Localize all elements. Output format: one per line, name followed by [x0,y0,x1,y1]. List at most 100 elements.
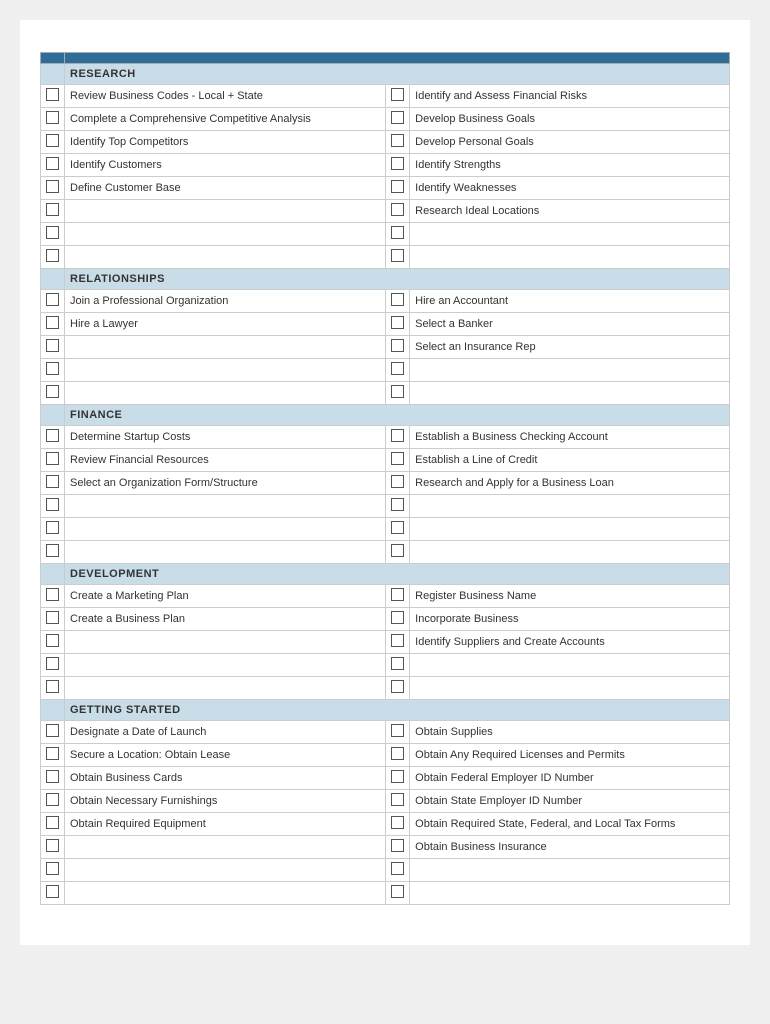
left-checkbox[interactable] [46,339,59,352]
left-checkbox[interactable] [46,429,59,442]
right-checkbox[interactable] [391,385,404,398]
right-item-text: Identify and Assess Financial Risks [410,85,730,108]
left-item-text [65,654,386,677]
right-checkbox[interactable] [391,611,404,624]
right-checkbox[interactable] [391,839,404,852]
right-checkbox[interactable] [391,226,404,239]
right-item-text: Obtain Business Insurance [410,836,730,859]
left-checkbox[interactable] [46,498,59,511]
left-checkbox[interactable] [46,544,59,557]
left-checkbox[interactable] [46,839,59,852]
left-checkbox[interactable] [46,134,59,147]
left-checkbox-cell [41,744,65,767]
left-checkbox[interactable] [46,180,59,193]
left-item-text: Complete a Comprehensive Competitive Ana… [65,108,386,131]
right-item-text: Establish a Business Checking Account [410,426,730,449]
left-checkbox-cell [41,541,65,564]
left-checkbox[interactable] [46,611,59,624]
right-checkbox-cell [386,767,410,790]
right-checkbox[interactable] [391,770,404,783]
right-checkbox-cell [386,541,410,564]
right-checkbox[interactable] [391,203,404,216]
right-checkbox[interactable] [391,862,404,875]
left-checkbox-cell [41,382,65,405]
right-checkbox[interactable] [391,249,404,262]
left-item-text [65,359,386,382]
right-checkbox-cell [386,631,410,654]
left-checkbox[interactable] [46,452,59,465]
left-checkbox[interactable] [46,111,59,124]
right-checkbox[interactable] [391,634,404,647]
right-checkbox[interactable] [391,724,404,737]
left-checkbox[interactable] [46,816,59,829]
right-item-text: Incorporate Business [410,608,730,631]
right-checkbox[interactable] [391,816,404,829]
right-checkbox[interactable] [391,316,404,329]
left-item-text [65,631,386,654]
left-checkbox[interactable] [46,475,59,488]
right-checkbox[interactable] [391,680,404,693]
right-checkbox-cell [386,721,410,744]
right-checkbox[interactable] [391,88,404,101]
left-checkbox[interactable] [46,203,59,216]
right-checkbox[interactable] [391,521,404,534]
left-checkbox[interactable] [46,88,59,101]
left-checkbox[interactable] [46,316,59,329]
right-checkbox[interactable] [391,657,404,670]
right-checkbox[interactable] [391,544,404,557]
table-row: Join a Professional Organization Hire an… [41,290,730,313]
left-item-text: Create a Business Plan [65,608,386,631]
left-checkbox[interactable] [46,157,59,170]
right-checkbox[interactable] [391,452,404,465]
left-checkbox[interactable] [46,657,59,670]
left-checkbox[interactable] [46,862,59,875]
left-checkbox[interactable] [46,588,59,601]
left-checkbox[interactable] [46,680,59,693]
left-checkbox[interactable] [46,724,59,737]
table-row [41,518,730,541]
left-checkbox[interactable] [46,634,59,647]
right-checkbox-cell [386,518,410,541]
right-checkbox[interactable] [391,180,404,193]
right-checkbox[interactable] [391,747,404,760]
table-row: Obtain Business Insurance [41,836,730,859]
right-checkbox[interactable] [391,339,404,352]
left-checkbox[interactable] [46,521,59,534]
right-checkbox[interactable] [391,885,404,898]
right-checkbox-cell [386,882,410,905]
left-checkbox[interactable] [46,747,59,760]
left-checkbox[interactable] [46,226,59,239]
right-checkbox-cell [386,246,410,269]
left-checkbox[interactable] [46,385,59,398]
right-checkbox[interactable] [391,134,404,147]
table-row: Complete a Comprehensive Competitive Ana… [41,108,730,131]
right-checkbox[interactable] [391,293,404,306]
left-checkbox[interactable] [46,362,59,375]
left-checkbox-cell [41,359,65,382]
right-checkbox[interactable] [391,362,404,375]
right-checkbox[interactable] [391,588,404,601]
left-item-text [65,200,386,223]
table-row: Select an Insurance Rep [41,336,730,359]
right-checkbox[interactable] [391,475,404,488]
left-checkbox[interactable] [46,293,59,306]
table-header-row [41,53,730,64]
left-checkbox-cell [41,85,65,108]
right-checkbox[interactable] [391,793,404,806]
right-checkbox-cell [386,677,410,700]
table-row: Obtain Necessary Furnishings Obtain Stat… [41,790,730,813]
left-item-text: Select an Organization Form/Structure [65,472,386,495]
left-checkbox[interactable] [46,885,59,898]
left-checkbox-cell [41,472,65,495]
right-checkbox[interactable] [391,429,404,442]
right-checkbox[interactable] [391,498,404,511]
left-checkbox[interactable] [46,793,59,806]
right-checkbox[interactable] [391,111,404,124]
left-checkbox[interactable] [46,770,59,783]
table-row [41,677,730,700]
left-item-text: Hire a Lawyer [65,313,386,336]
right-checkbox[interactable] [391,157,404,170]
section-header-label: RELATIONSHIPS [65,269,730,290]
left-checkbox[interactable] [46,249,59,262]
left-item-text [65,518,386,541]
